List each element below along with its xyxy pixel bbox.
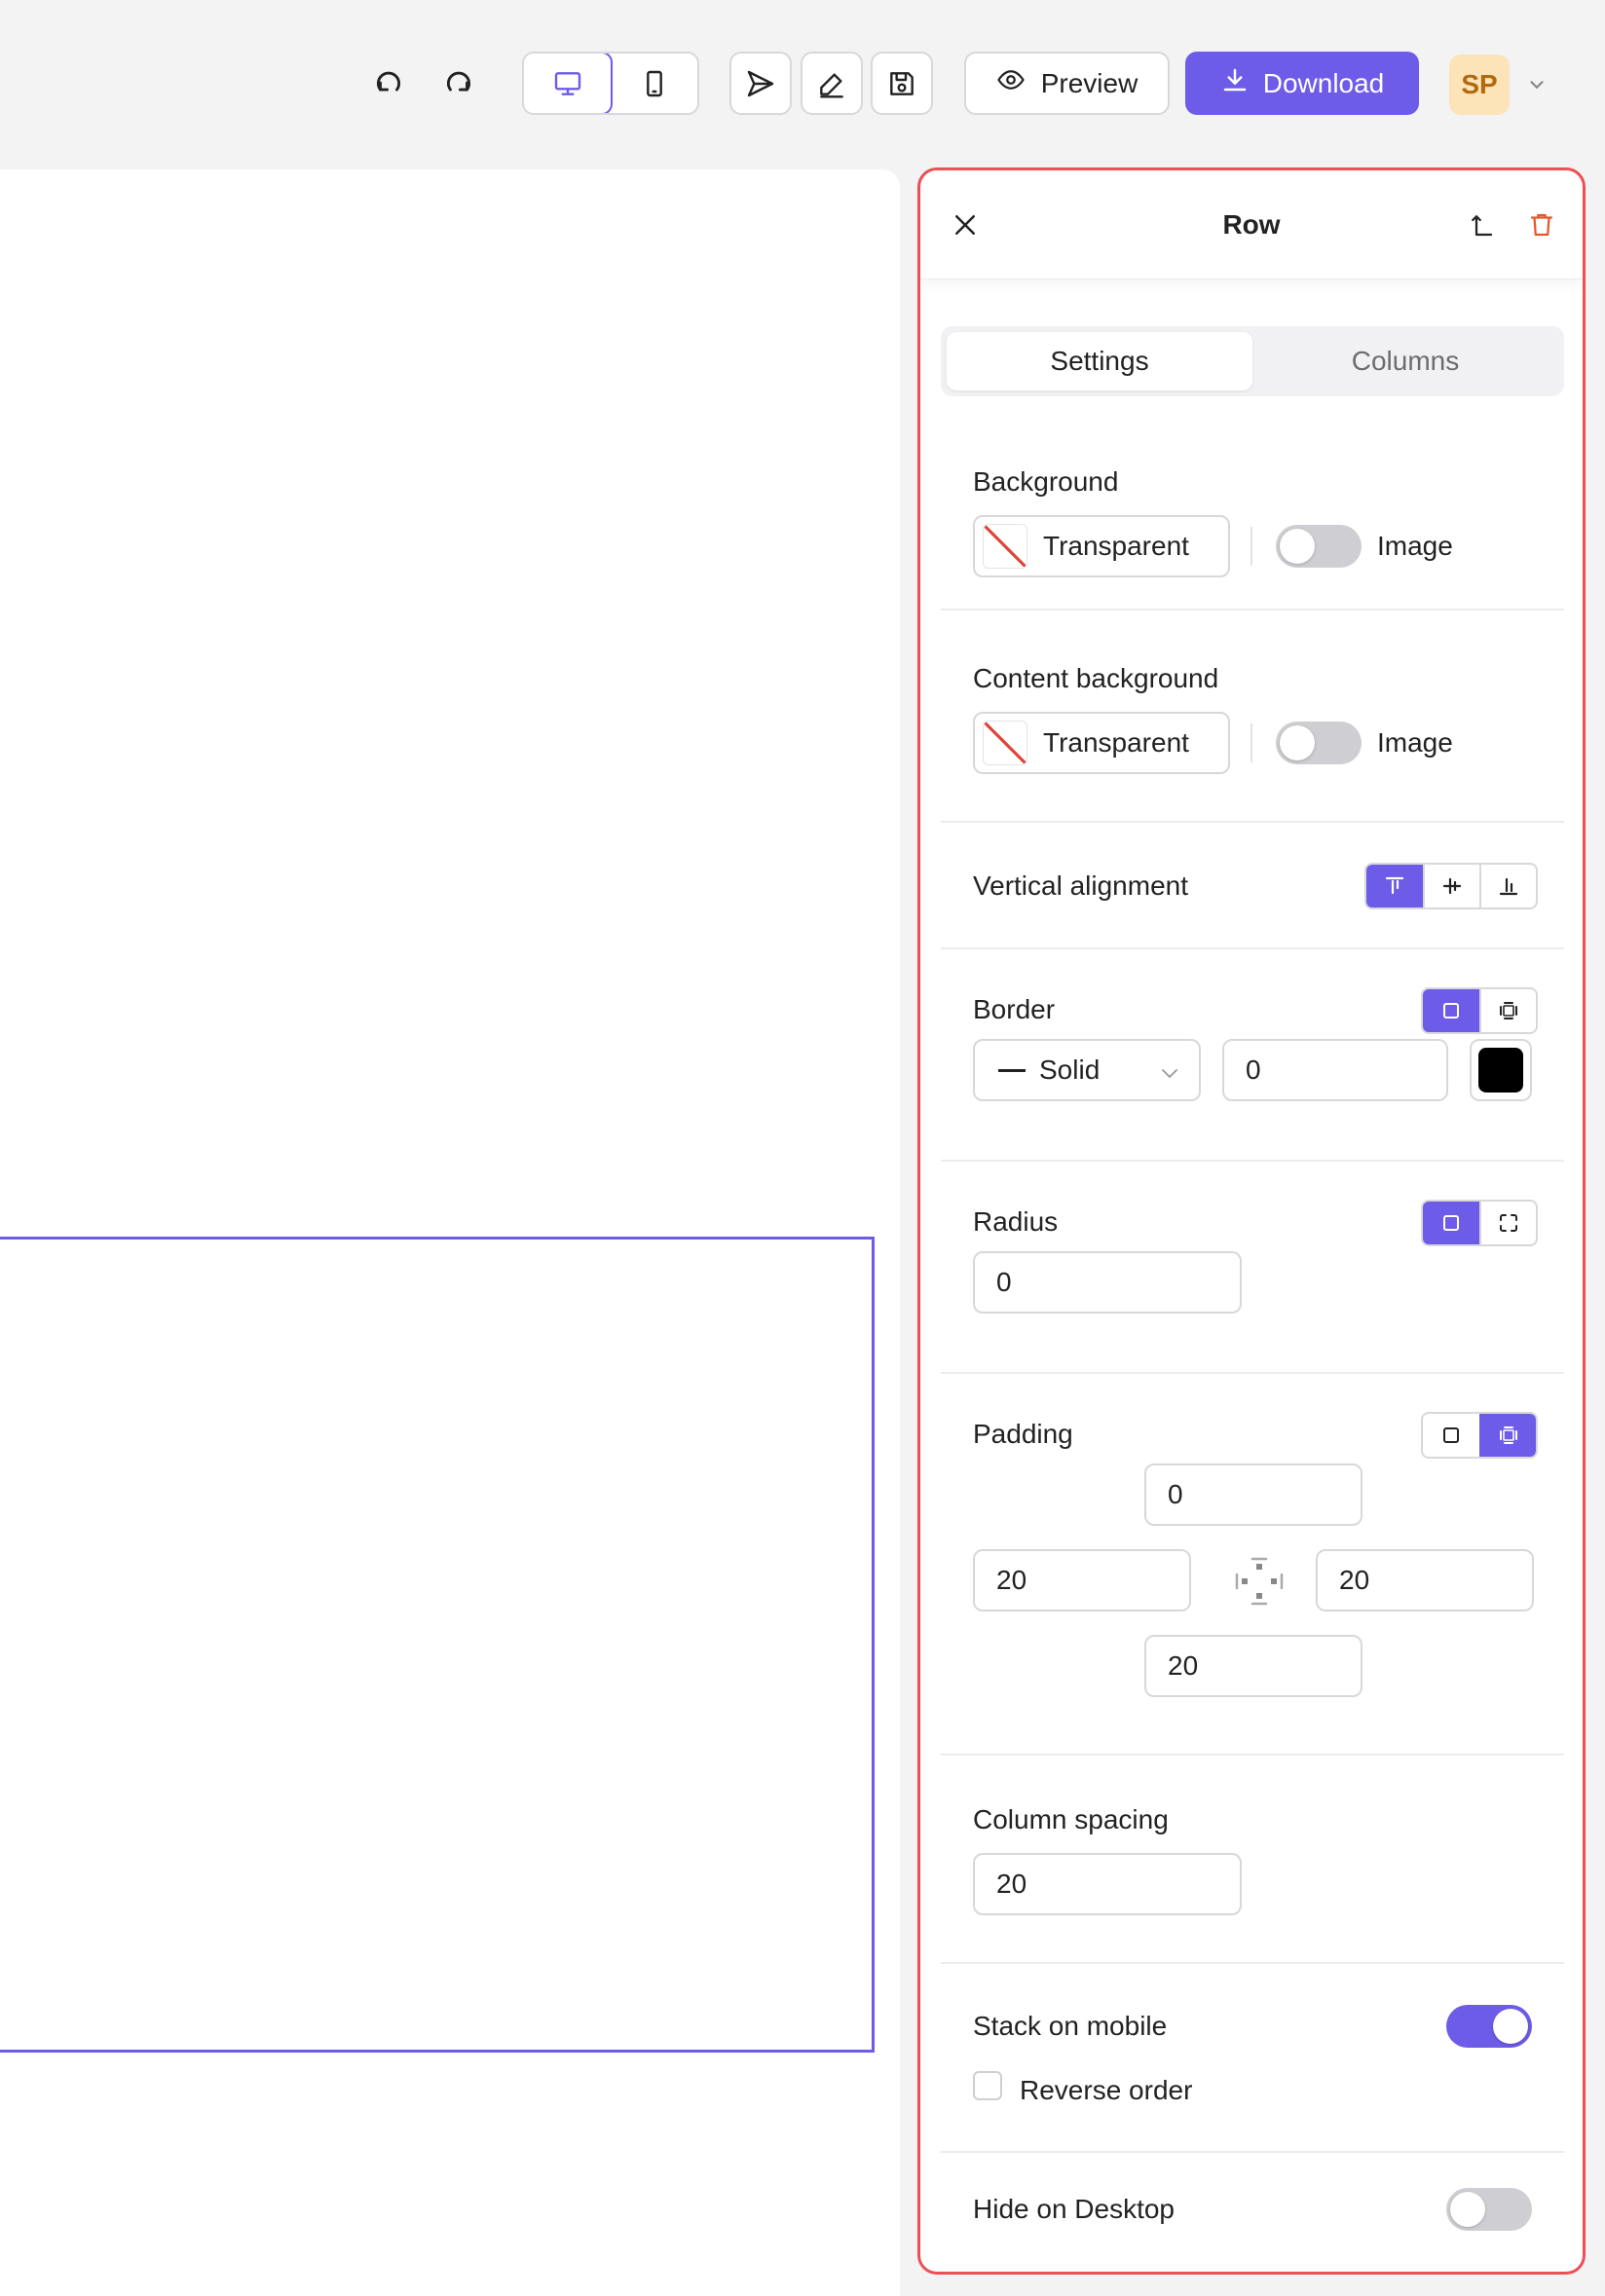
preview-label: Preview <box>1040 67 1138 98</box>
tab-settings[interactable]: Settings <box>947 332 1252 390</box>
device-switcher <box>522 52 699 115</box>
border-all-icon[interactable] <box>1423 989 1479 1032</box>
padding-top-value: 0 <box>1168 1479 1183 1509</box>
undo-icon[interactable] <box>362 56 415 109</box>
reverse-order-checkbox[interactable] <box>973 2071 1002 2100</box>
border-width-value: 0 <box>1246 1055 1261 1085</box>
vertical-alignment-control <box>1364 863 1538 909</box>
divider <box>1250 723 1252 762</box>
save-icon[interactable] <box>871 52 933 115</box>
padding-all-icon[interactable] <box>1423 1414 1479 1457</box>
panel-header: Row <box>920 170 1583 279</box>
border-individual-icon[interactable] <box>1479 989 1536 1032</box>
monitor-icon[interactable] <box>524 54 613 113</box>
chevron-down-icon[interactable] <box>1524 72 1549 97</box>
content-background-image-toggle[interactable] <box>1276 722 1362 764</box>
border-color-swatch <box>1478 1048 1523 1092</box>
align-top-icon[interactable] <box>1366 865 1423 907</box>
download-button[interactable]: Download <box>1185 52 1419 115</box>
radius-all-icon[interactable] <box>1423 1202 1479 1244</box>
padding-individual-icon[interactable] <box>1479 1414 1536 1457</box>
chevron-down-icon <box>1158 1060 1181 1092</box>
vertical-alignment-label: Vertical alignment <box>973 870 1189 901</box>
column-spacing-section: Column spacing 20 <box>941 1756 1564 1964</box>
border-style-select[interactable]: Solid <box>973 1039 1201 1101</box>
content-background-section: Content background Transparent Image <box>941 611 1564 823</box>
padding-right-input[interactable]: 20 <box>1316 1549 1534 1611</box>
row-settings-panel: Row Settings Columns Background Transpar… <box>917 167 1586 2275</box>
transparent-swatch-icon <box>983 721 1027 765</box>
hide-on-desktop-toggle[interactable] <box>1446 2188 1532 2231</box>
download-icon <box>1220 65 1250 101</box>
padding-left-input[interactable]: 20 <box>973 1549 1191 1611</box>
border-style-value: Solid <box>1039 1055 1101 1085</box>
background-image-toggle[interactable] <box>1276 525 1362 568</box>
download-label: Download <box>1262 67 1385 98</box>
background-color-picker[interactable]: Transparent <box>973 515 1230 577</box>
transparent-swatch-icon <box>983 524 1027 569</box>
email-canvas[interactable] <box>0 169 900 2296</box>
padding-label: Padding <box>973 1419 1073 1449</box>
background-section: Background Transparent Image <box>941 433 1564 611</box>
padding-section: Padding 0 20 20 20 <box>941 1374 1564 1756</box>
column-spacing-input[interactable]: 20 <box>973 1853 1242 1915</box>
reverse-order-label: Reverse order <box>1020 2075 1193 2105</box>
trash-icon[interactable] <box>1524 207 1559 242</box>
border-mode-control <box>1421 987 1538 1034</box>
align-middle-icon[interactable] <box>1423 865 1479 907</box>
eye-icon <box>996 65 1026 101</box>
border-section: Border Solid 0 <box>941 949 1564 1162</box>
radius-individual-icon[interactable] <box>1479 1202 1536 1244</box>
border-width-input[interactable]: 0 <box>1222 1039 1448 1101</box>
align-bottom-icon[interactable] <box>1479 865 1536 907</box>
content-background-color-picker[interactable]: Transparent <box>973 712 1230 774</box>
radius-section: Radius 0 <box>941 1162 1564 1374</box>
pencil-icon[interactable] <box>801 52 863 115</box>
phone-icon[interactable] <box>611 54 697 113</box>
stack-on-mobile-toggle[interactable] <box>1446 2005 1532 2048</box>
border-color-picker[interactable] <box>1470 1039 1532 1101</box>
tab-columns[interactable]: Columns <box>1252 332 1558 390</box>
padding-bottom-value: 20 <box>1168 1650 1199 1681</box>
radius-mode-control <box>1421 1200 1538 1246</box>
hide-on-desktop-label: Hide on Desktop <box>973 2194 1176 2224</box>
panel-tabs: Settings Columns <box>941 326 1564 396</box>
top-toolbar: Preview Download SP <box>0 0 1605 166</box>
stack-on-mobile-section: Stack on mobile Reverse order <box>941 1964 1564 2153</box>
divider <box>1250 527 1252 566</box>
column-spacing-label: Column spacing <box>973 1804 1169 1834</box>
padding-right-value: 20 <box>1339 1565 1370 1595</box>
padding-mode-control <box>1421 1412 1538 1459</box>
border-label: Border <box>973 994 1056 1024</box>
background-label: Background <box>973 466 1119 497</box>
background-color-value: Transparent <box>1043 531 1189 561</box>
solid-line-icon <box>998 1068 1026 1072</box>
avatar[interactable]: SP <box>1449 55 1510 115</box>
background-image-label: Image <box>1377 531 1453 561</box>
stack-on-mobile-label: Stack on mobile <box>973 2011 1168 2041</box>
content-background-image-label: Image <box>1377 727 1453 758</box>
content-background-color-value: Transparent <box>1043 727 1189 758</box>
preview-button[interactable]: Preview <box>964 52 1170 115</box>
radius-label: Radius <box>973 1206 1059 1237</box>
send-icon[interactable] <box>729 52 792 115</box>
column-spacing-value: 20 <box>996 1869 1027 1899</box>
redo-icon[interactable] <box>432 56 485 109</box>
selected-row-outline[interactable] <box>0 1237 875 2053</box>
radius-value: 0 <box>996 1267 1012 1297</box>
radius-input[interactable]: 0 <box>973 1251 1242 1314</box>
padding-top-input[interactable]: 0 <box>1144 1463 1362 1526</box>
padding-bottom-input[interactable]: 20 <box>1144 1635 1362 1697</box>
hide-on-desktop-section: Hide on Desktop <box>941 2153 1564 2270</box>
padding-sides-icon <box>1233 1555 1286 1608</box>
content-background-label: Content background <box>973 663 1219 693</box>
vertical-alignment-section: Vertical alignment <box>941 823 1564 949</box>
select-parent-icon[interactable] <box>1464 207 1499 242</box>
padding-left-value: 20 <box>996 1565 1027 1595</box>
